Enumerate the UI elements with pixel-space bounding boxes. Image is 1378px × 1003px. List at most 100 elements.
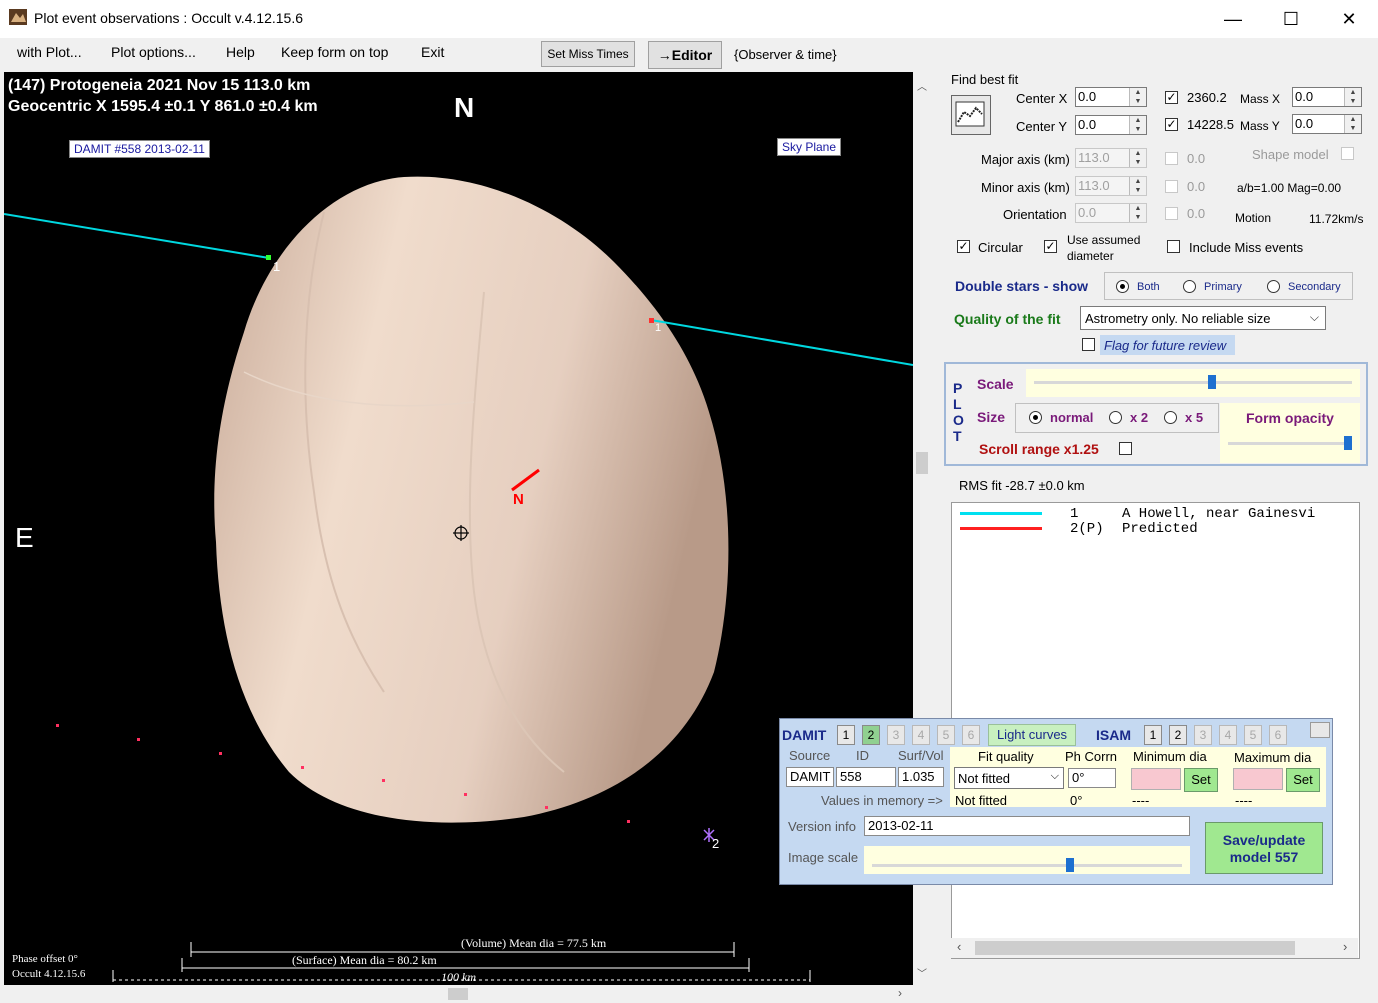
max-dia-set-button[interactable]: Set [1286, 768, 1320, 792]
spinner-arrows-icon[interactable]: ▲ ▼ [1129, 177, 1146, 195]
x5-radio[interactable] [1164, 411, 1177, 424]
mass-x-input[interactable]: 0.0 ▲ ▼ [1292, 87, 1362, 107]
set-miss-times-button[interactable]: Set Miss Times [541, 41, 635, 67]
scroll-up-icon[interactable]: ︿ [917, 78, 927, 93]
both-radio[interactable] [1116, 280, 1129, 293]
secondary-radio[interactable] [1267, 280, 1280, 293]
minor-axis-checkbox[interactable] [1165, 180, 1178, 193]
maximize-button[interactable]: ☐ [1262, 0, 1320, 38]
close-button[interactable]: ✕ [1320, 0, 1378, 38]
isam-model-2[interactable]: 2 [1169, 725, 1187, 745]
mass-y-checkbox[interactable]: ✓ [1165, 118, 1178, 131]
list-horizontal-scrollbar[interactable]: ‹ › [951, 938, 1358, 958]
scroll-thumb[interactable] [916, 452, 928, 474]
observation-1-num[interactable]: 1 [1070, 506, 1078, 522]
spinner-arrows-icon[interactable]: ▲ ▼ [1129, 116, 1146, 134]
spinner-arrows-icon[interactable]: ▲ ▼ [1129, 149, 1146, 167]
minimize-button[interactable]: — [1204, 0, 1262, 38]
panel-collapse-button[interactable] [1310, 722, 1330, 738]
observation-2-line [960, 527, 1042, 530]
scroll-down-icon[interactable]: ﹀ [917, 965, 927, 980]
normal-radio[interactable] [1029, 411, 1042, 424]
center-x-input[interactable]: 0.0 ▲ ▼ [1075, 87, 1147, 107]
both-label: Both [1137, 281, 1160, 293]
damit-model-3[interactable]: 3 [887, 725, 905, 745]
menu-keep-on-top[interactable]: Keep form on top [281, 44, 388, 60]
list-hscroll-thumb[interactable] [975, 941, 1295, 955]
editor-button[interactable]: →Editor [648, 41, 722, 69]
chord-1-left [4, 213, 270, 259]
isam-model-1[interactable]: 1 [1144, 725, 1162, 745]
observation-1-text[interactable]: A Howell, near Gainesvi [1122, 506, 1315, 522]
menu-exit[interactable]: Exit [421, 44, 444, 60]
flag-review-checkbox[interactable] [1082, 338, 1095, 351]
fit-quality-select[interactable]: Not fitted ⌵ [954, 767, 1064, 789]
spinner-arrows-icon[interactable]: ▲ ▼ [1344, 88, 1361, 106]
version-info-field[interactable]: 2013-02-11 [864, 816, 1190, 836]
plot-canvas[interactable]: (147) Protogeneia 2021 Nov 15 113.0 km G… [4, 72, 913, 985]
quality-select[interactable]: Astrometry only. No reliable size ⌵ [1080, 306, 1326, 330]
observation-2-text[interactable]: Predicted [1122, 521, 1198, 537]
minor-axis-input[interactable]: 113.0 ▲ ▼ [1075, 176, 1147, 196]
damit-model-2[interactable]: 2 [862, 725, 880, 745]
isam-model-5[interactable]: 5 [1244, 725, 1262, 745]
hscroll-thumb[interactable] [448, 988, 468, 1000]
circular-checkbox[interactable]: ✓ [957, 240, 970, 253]
major-axis-input[interactable]: 113.0 ▲ ▼ [1075, 148, 1147, 168]
orientation-checkbox[interactable] [1165, 207, 1178, 220]
include-miss-checkbox[interactable] [1167, 240, 1180, 253]
use-assumed-label-2: diameter [1067, 249, 1114, 263]
x2-label: x 2 [1130, 410, 1149, 425]
observer-time-button[interactable]: {Observer & time} [734, 47, 837, 62]
opacity-slider-thumb[interactable] [1344, 436, 1352, 450]
mass-y-input[interactable]: 0.0 ▲ ▼ [1292, 114, 1362, 134]
scroll-right-icon[interactable]: › [898, 986, 902, 1000]
menu-plot-options[interactable]: Plot options... [111, 44, 196, 60]
spinner-arrows-icon[interactable]: ▲ ▼ [1129, 88, 1146, 106]
scale-slider[interactable] [1026, 369, 1360, 397]
damit-model-6[interactable]: 6 [962, 725, 980, 745]
scale-slider-thumb[interactable] [1208, 375, 1216, 389]
light-curves-button[interactable]: Light curves [988, 724, 1076, 746]
use-assumed-checkbox[interactable]: ✓ [1044, 240, 1057, 253]
image-scale-slider-thumb[interactable] [1066, 858, 1074, 872]
image-scale-slider[interactable] [864, 846, 1190, 874]
chord-1-right [650, 319, 913, 366]
source-field: DAMIT [786, 767, 834, 787]
primary-radio[interactable] [1183, 280, 1196, 293]
find-best-fit-label: Find best fit [951, 72, 1019, 87]
x2-radio[interactable] [1109, 411, 1122, 424]
major-axis-chk-value: 0.0 [1187, 151, 1206, 166]
form-opacity-label: Form opacity [1246, 410, 1334, 426]
isam-model-3[interactable]: 3 [1194, 725, 1212, 745]
isam-model-4[interactable]: 4 [1219, 725, 1237, 745]
app-icon [9, 9, 27, 25]
scroll-left-icon[interactable]: ‹ [957, 939, 961, 954]
spinner-arrows-icon[interactable]: ▲ ▼ [1129, 204, 1146, 222]
damit-model-4[interactable]: 4 [912, 725, 930, 745]
center-y-input[interactable]: 0.0 ▲ ▼ [1075, 115, 1147, 135]
orientation-input[interactable]: 0.0 ▲ ▼ [1075, 203, 1147, 223]
min-dia-set-button[interactable]: Set [1184, 768, 1218, 792]
shape-model-checkbox[interactable] [1341, 147, 1354, 160]
save-update-model-button[interactable]: Save/update model 557 [1205, 822, 1323, 874]
source-label: Source [789, 748, 831, 763]
mass-x-checkbox[interactable]: ✓ [1165, 91, 1178, 104]
damit-model-5[interactable]: 5 [937, 725, 955, 745]
menu-help[interactable]: Help [226, 44, 255, 60]
damit-model-1[interactable]: 1 [837, 725, 855, 745]
scroll-right-icon[interactable]: › [1343, 939, 1347, 954]
ph-corr-field[interactable]: 0° [1068, 768, 1116, 788]
spinner-arrows-icon[interactable]: ▲ ▼ [1344, 115, 1361, 133]
observation-2-num[interactable]: 2(P) [1070, 521, 1104, 537]
max-dia-field[interactable] [1233, 768, 1283, 790]
opacity-slider[interactable] [1226, 434, 1356, 454]
plot-horizontal-scrollbar[interactable]: › [0, 986, 913, 1003]
find-best-fit-button[interactable] [951, 95, 991, 135]
min-dia-field[interactable] [1131, 768, 1181, 790]
isam-model-6[interactable]: 6 [1269, 725, 1287, 745]
menu-with-plot[interactable]: with Plot... [17, 44, 82, 60]
scroll-range-checkbox[interactable] [1119, 442, 1132, 455]
memory-min-dia: ---- [1132, 793, 1150, 808]
major-axis-checkbox[interactable] [1165, 152, 1178, 165]
